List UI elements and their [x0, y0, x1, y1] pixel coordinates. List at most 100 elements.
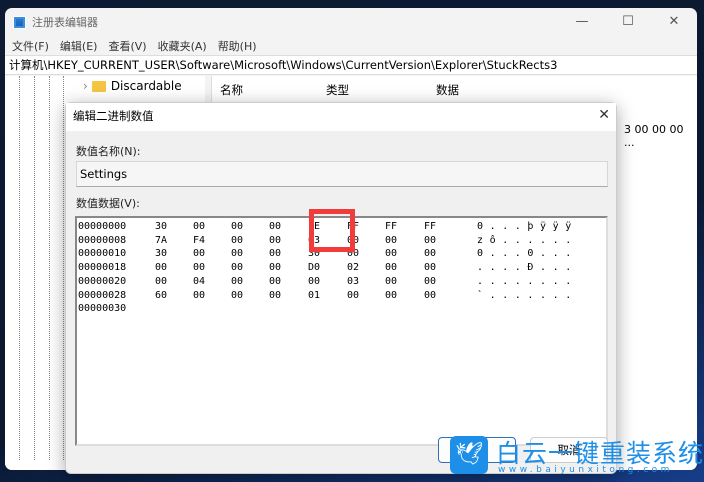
hex-byte[interactable]: 00 — [424, 289, 436, 303]
ascii-char[interactable]: ÿ — [553, 220, 559, 234]
hex-byte[interactable]: 00 — [269, 220, 281, 234]
ascii-char[interactable]: . — [490, 220, 496, 234]
ascii-char[interactable]: . — [565, 234, 571, 248]
ascii-char[interactable]: 0 — [527, 247, 533, 261]
ascii-char[interactable]: . — [565, 261, 571, 275]
hex-byte[interactable]: 00 — [231, 220, 243, 234]
ascii-char[interactable]: . — [515, 275, 521, 289]
hex-byte[interactable]: 00 — [269, 261, 281, 275]
ascii-char[interactable]: 0 — [477, 247, 483, 261]
ascii-char[interactable]: . — [540, 289, 546, 303]
ascii-char[interactable]: . — [565, 247, 571, 261]
ascii-char[interactable]: . — [490, 275, 496, 289]
hex-byte[interactable]: 30 — [155, 220, 167, 234]
hex-byte[interactable]: 00 — [193, 247, 205, 261]
menu-edit[interactable]: 编辑(E) — [60, 38, 98, 54]
hex-byte[interactable]: 04 — [193, 275, 205, 289]
ascii-char[interactable]: . — [527, 234, 533, 248]
hex-byte[interactable]: 02 — [347, 261, 359, 275]
ascii-char[interactable]: . — [502, 220, 508, 234]
ascii-char[interactable]: . — [477, 261, 483, 275]
ascii-char[interactable]: . — [553, 247, 559, 261]
maximize-button[interactable]: ☐ — [605, 8, 651, 36]
menu-help[interactable]: 帮助(H) — [218, 38, 257, 54]
ascii-char[interactable]: . — [515, 261, 521, 275]
ascii-char[interactable]: . — [553, 234, 559, 248]
close-button[interactable]: ✕ — [651, 8, 697, 36]
tree-item-discardable[interactable]: › Discardable — [83, 79, 182, 93]
ascii-char[interactable]: . — [540, 261, 546, 275]
column-data[interactable]: 数据 — [436, 82, 459, 98]
menu-view[interactable]: 查看(V) — [108, 38, 146, 54]
ascii-char[interactable]: ô — [490, 234, 496, 248]
hex-byte[interactable]: 00 — [424, 261, 436, 275]
hex-byte[interactable]: 60 — [155, 289, 167, 303]
hex-byte[interactable]: 00 — [385, 261, 397, 275]
ascii-char[interactable]: . — [502, 275, 508, 289]
hex-byte[interactable]: 00 — [193, 261, 205, 275]
ascii-char[interactable]: . — [502, 261, 508, 275]
hex-byte[interactable]: 00 — [424, 234, 436, 248]
hex-byte[interactable]: 30 — [155, 247, 167, 261]
hex-byte[interactable]: 00 — [269, 275, 281, 289]
hex-byte[interactable]: 01 — [308, 289, 320, 303]
ascii-char[interactable]: . — [515, 247, 521, 261]
ascii-char[interactable]: ÿ — [565, 220, 571, 234]
ascii-char[interactable]: . — [527, 275, 533, 289]
ascii-char[interactable]: . — [515, 289, 521, 303]
hex-byte[interactable]: 00 — [269, 289, 281, 303]
ascii-char[interactable]: . — [565, 289, 571, 303]
hex-editor[interactable]: 00000030 00000028 60 00 00 00 01 00 00 00 `.......… — [75, 209, 608, 446]
dialog-close-button[interactable]: ✕ — [598, 107, 610, 123]
ascii-char[interactable]: . — [553, 275, 559, 289]
ascii-char[interactable]: Ð — [527, 261, 533, 275]
hex-byte[interactable]: FF — [385, 220, 397, 234]
ascii-char[interactable]: 0 — [477, 220, 483, 234]
column-name[interactable]: 名称 — [220, 82, 243, 98]
hex-byte[interactable]: 00 — [385, 275, 397, 289]
hex-byte[interactable]: 00 — [308, 275, 320, 289]
hex-byte[interactable]: 00 — [231, 275, 243, 289]
hex-byte[interactable]: 00 — [424, 275, 436, 289]
ascii-char[interactable]: . — [490, 247, 496, 261]
hex-byte[interactable]: 00 — [385, 289, 397, 303]
hex-byte[interactable]: 00 — [424, 247, 436, 261]
menu-favorites[interactable]: 收藏夹(A) — [158, 38, 207, 54]
ascii-char[interactable]: ` — [477, 289, 483, 303]
hex-byte[interactable]: F4 — [193, 234, 205, 248]
ascii-char[interactable]: þ — [527, 220, 533, 234]
ascii-char[interactable]: . — [540, 247, 546, 261]
ascii-char[interactable]: . — [553, 289, 559, 303]
ascii-char[interactable]: z — [477, 234, 483, 248]
hex-byte[interactable]: 03 — [347, 275, 359, 289]
hex-byte[interactable]: 00 — [155, 261, 167, 275]
hex-byte[interactable]: 00 — [193, 289, 205, 303]
ascii-char[interactable]: . — [553, 261, 559, 275]
ascii-char[interactable]: . — [515, 234, 521, 248]
minimize-button[interactable]: — — [559, 8, 605, 36]
hex-byte[interactable]: 00 — [385, 234, 397, 248]
ascii-char[interactable]: . — [490, 261, 496, 275]
ascii-char[interactable]: . — [540, 234, 546, 248]
hex-byte[interactable]: 00 — [231, 289, 243, 303]
hex-byte[interactable]: 7A — [155, 234, 167, 248]
ascii-char[interactable]: ÿ — [540, 220, 546, 234]
ascii-char[interactable]: . — [502, 247, 508, 261]
address-bar[interactable]: 计算机\HKEY_CURRENT_USER\Software\Microsoft… — [5, 55, 697, 75]
ascii-char[interactable]: . — [515, 220, 521, 234]
ascii-char[interactable]: . — [565, 275, 571, 289]
hex-byte[interactable]: 00 — [385, 247, 397, 261]
hex-byte[interactable]: 00 — [193, 220, 205, 234]
value-name-field[interactable]: Settings — [76, 161, 608, 187]
hex-byte[interactable]: 00 — [347, 289, 359, 303]
column-type[interactable]: 类型 — [326, 82, 349, 98]
ascii-char[interactable]: . — [540, 275, 546, 289]
hex-byte[interactable]: FF — [424, 220, 436, 234]
hex-byte[interactable]: D0 — [308, 261, 320, 275]
hex-byte[interactable]: 00 — [269, 234, 281, 248]
ascii-char[interactable]: . — [490, 289, 496, 303]
ascii-char[interactable]: . — [502, 289, 508, 303]
hex-byte[interactable]: 00 — [269, 247, 281, 261]
hex-byte[interactable]: 00 — [155, 275, 167, 289]
ascii-char[interactable]: . — [502, 234, 508, 248]
